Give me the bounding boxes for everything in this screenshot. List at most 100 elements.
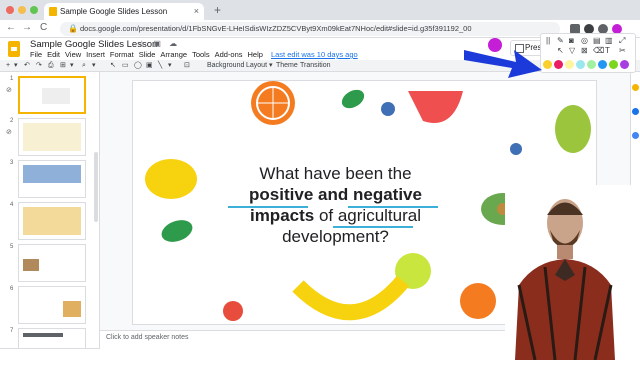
filmstrip-scrollbar[interactable] [94,152,98,222]
slide-thumbnail[interactable] [18,244,86,282]
slide-thumbnail[interactable] [18,328,86,348]
reload-button[interactable]: C [40,22,47,33]
pen-color-light-blue[interactable] [576,60,585,69]
lock-icon: 🔒 [68,24,78,33]
menu-help[interactable]: Help [248,50,263,59]
slide-thumbnail[interactable] [18,202,86,240]
collapse-icon[interactable]: ⤢ [619,36,625,46]
pen-color-purple[interactable] [620,60,629,69]
paint-format-button[interactable]: ⊞ [60,60,66,72]
slide-question-text[interactable]: What have been the positive and negative… [228,163,443,247]
cherries-icon [223,301,243,321]
menu-add-ons[interactable]: Add-ons [215,50,243,59]
menu-arrange[interactable]: Arrange [160,50,187,59]
drag-handle[interactable]: || [546,36,550,45]
url-field[interactable]: 🔒 docs.google.com/presentation/d/1FbSNGv… [60,22,560,36]
slide-thumbnail[interactable] [18,118,86,156]
calendar-icon[interactable] [632,132,639,139]
menu-file[interactable]: File [30,50,42,59]
pen-color-blue[interactable] [598,60,607,69]
slide-filmstrip: 1 ⊘ 2 ⊘ 3 4 5 6 7 [0,72,100,348]
slide-number: 5 [10,244,14,250]
new-slide-dropdown[interactable]: ▾ [14,60,18,72]
pen-color-light-yellow[interactable] [565,60,574,69]
tab-close-icon[interactable]: × [194,3,199,20]
pen-icon[interactable]: ✎ [557,36,564,45]
image-icon[interactable]: ▤ [593,36,601,45]
blueberry-icon [381,102,395,116]
speaker-notes[interactable]: Click to add speaker notes [100,330,510,348]
new-tab-button[interactable]: + [214,3,221,17]
filmstrip-view-toggle[interactable] [0,348,100,360]
pointer-icon[interactable]: ↖ [557,46,564,55]
url-text: docs.google.com/presentation/d/1FbSNGvE-… [80,24,472,33]
tasks-icon[interactable] [632,108,639,115]
trash-icon[interactable]: ▥ [605,36,613,45]
slide-number: 7 [10,328,14,334]
annotation-underline [348,206,438,208]
background-button[interactable]: Background [207,60,244,72]
zoom-dropdown-2[interactable]: ▾ [92,60,96,72]
close-window-icon[interactable] [6,6,14,14]
redo-button[interactable]: ↷ [36,60,42,72]
last-edit-link[interactable]: Last edit was 10 days ago [271,50,358,59]
highlighter-icon[interactable]: ▽ [569,46,575,55]
leaf-2-icon [161,220,193,242]
menu-slide[interactable]: Slide [139,50,156,59]
slide-thumbnail[interactable] [18,160,86,198]
layout-button[interactable]: Layout ▾ [246,60,272,72]
keep-icon[interactable] [632,84,639,91]
textbox-tool[interactable]: ▭ [122,60,129,72]
menu-tools[interactable]: Tools [192,50,210,59]
slide-number: 3 [10,160,14,166]
slides-logo-icon[interactable] [8,41,20,57]
pen-color-light-green[interactable] [587,60,596,69]
image-tool[interactable]: ◯ [134,60,142,72]
slide-number: 2 [10,118,14,124]
speaker-notes-placeholder: Click to add speaker notes [106,334,189,341]
shape-icon[interactable]: ⊠ [581,46,588,55]
line-tool[interactable]: ╲ [158,60,162,72]
menu-format[interactable]: Format [110,50,134,59]
presenter-webcam [505,185,635,361]
transition-button[interactable]: Transition [300,60,330,72]
pen-color-green[interactable] [609,60,618,69]
tab-title: Sample Google Slides Lesson [60,7,168,16]
slides-favicon-icon [49,7,57,16]
maximize-window-icon[interactable] [30,6,38,14]
undo-button[interactable]: ↶ [24,60,30,72]
blueberry-2-icon [510,143,522,155]
settings-icon[interactable]: ✂ [619,46,626,55]
slide-thumbnail[interactable] [18,76,86,114]
print-button[interactable]: ⎙ [48,60,54,72]
browser-tab-strip: Sample Google Slides Lesson × + [0,0,640,20]
new-slide-button[interactable]: + [6,60,10,72]
menu-edit[interactable]: Edit [47,50,60,59]
back-button[interactable]: ← [6,22,16,33]
pen-color-pink[interactable] [554,60,563,69]
line-dropdown[interactable]: ▾ [168,60,172,72]
menu-insert[interactable]: Insert [86,50,105,59]
star-move-cloud-icons[interactable]: ☆ ▣ ☁ [138,39,180,48]
forward-button[interactable]: → [22,22,32,33]
zoom-button[interactable]: ⌕ [82,60,86,72]
comment-button[interactable]: ⊡ [184,60,190,72]
shape-tool[interactable]: ▣ [146,60,153,72]
pen-color-yellow[interactable] [543,60,552,69]
thumbnail-content [23,207,81,235]
leaf-icon [341,89,365,109]
minimize-window-icon[interactable] [18,6,26,14]
slide-number: 1 [10,76,14,82]
zoom-dropdown[interactable]: ▾ [70,60,74,72]
lemon-icon [145,159,197,199]
eraser-icon[interactable]: ⌫ [593,46,604,55]
text-icon[interactable]: T [605,46,610,55]
camera-icon[interactable]: ◙ [569,36,574,45]
select-tool[interactable]: ↖ [110,60,116,72]
theme-button[interactable]: Theme [276,60,298,72]
browser-tab[interactable]: Sample Google Slides Lesson × [44,3,204,20]
menu-view[interactable]: View [65,50,81,59]
slide-thumbnail[interactable] [18,286,86,324]
record-icon[interactable]: ◎ [581,36,588,45]
banana-icon [292,275,410,321]
